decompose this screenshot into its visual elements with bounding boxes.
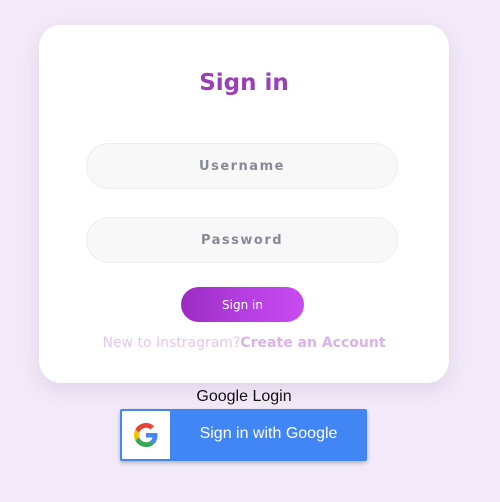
- signup-prompt: New to Instragram?Create an Account: [39, 335, 449, 351]
- create-account-link[interactable]: Create an Account: [240, 335, 385, 351]
- sign-in-button[interactable]: Sign in: [181, 287, 304, 322]
- page-title: Sign in: [199, 70, 289, 96]
- google-g-icon: [134, 423, 158, 447]
- google-sign-in-button[interactable]: Sign in with Google: [120, 409, 367, 461]
- google-button-label: Sign in with Google: [199, 425, 338, 442]
- username-input[interactable]: [86, 143, 398, 189]
- google-logo-box: [122, 411, 170, 459]
- password-input[interactable]: [86, 217, 398, 263]
- google-login-heading: Google Login: [196, 388, 292, 405]
- signup-prompt-text: New to Instragram?: [102, 335, 241, 351]
- login-card: Sign in Sign in New to Instragram?Create…: [39, 25, 449, 383]
